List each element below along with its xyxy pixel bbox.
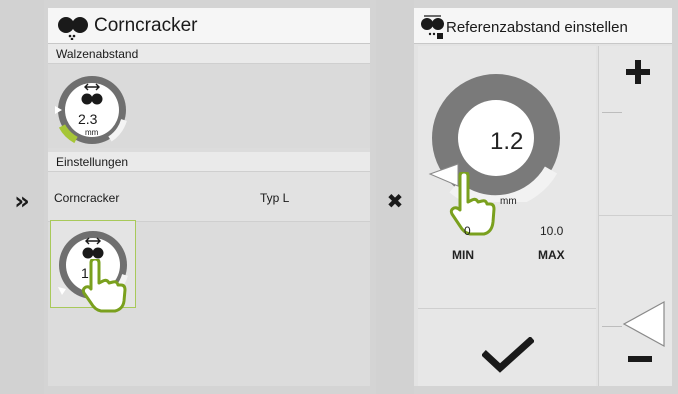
crusher-rollers-icon <box>58 17 88 40</box>
decrease-button[interactable] <box>598 216 672 386</box>
section-label-settings: Einstellungen <box>48 152 370 172</box>
min-label: MIN <box>452 248 474 262</box>
position-marker-icon <box>622 300 665 348</box>
gap-value: 2.3 <box>78 111 98 127</box>
divider <box>602 112 622 113</box>
setting-value: Typ L <box>260 191 290 205</box>
minus-icon <box>628 356 652 362</box>
max-label: MAX <box>538 248 565 262</box>
checkmark-icon <box>482 337 534 373</box>
close-icon[interactable]: ✖ <box>380 188 410 214</box>
expand-chevron-icon[interactable]: » <box>8 188 36 214</box>
dialog-header: Referenzabstand einstellen <box>414 8 672 44</box>
confirm-button[interactable] <box>418 308 596 386</box>
plus-icon <box>626 60 650 84</box>
main-header: Corncracker <box>48 8 370 44</box>
dial-unit: mm <box>500 196 517 207</box>
dial-area: 1.2 mm 0 10.0 MIN MAX <box>418 46 596 308</box>
increase-button[interactable] <box>598 46 672 216</box>
hand-pointer-icon <box>449 172 496 236</box>
hand-pointer-icon <box>81 259 127 313</box>
min-value: 0 <box>464 224 471 238</box>
selected-gauge-tile[interactable]: 1 <box>50 220 136 313</box>
setting-row-corncracker[interactable]: Corncracker Typ L <box>48 172 370 222</box>
crusher-rollers-icon <box>421 15 444 39</box>
max-value: 10.0 <box>540 224 564 238</box>
gap-unit: mm <box>85 128 99 137</box>
page-title: Corncracker <box>94 15 198 36</box>
gap-gauge-area: 2.3 mm <box>48 64 370 148</box>
section-label-gap: Walzenabstand <box>48 44 370 64</box>
divider <box>602 326 622 327</box>
dialog-title: Referenzabstand einstellen <box>446 19 628 36</box>
setting-name: Corncracker <box>54 191 120 205</box>
dial-value: 1.2 <box>490 128 524 155</box>
